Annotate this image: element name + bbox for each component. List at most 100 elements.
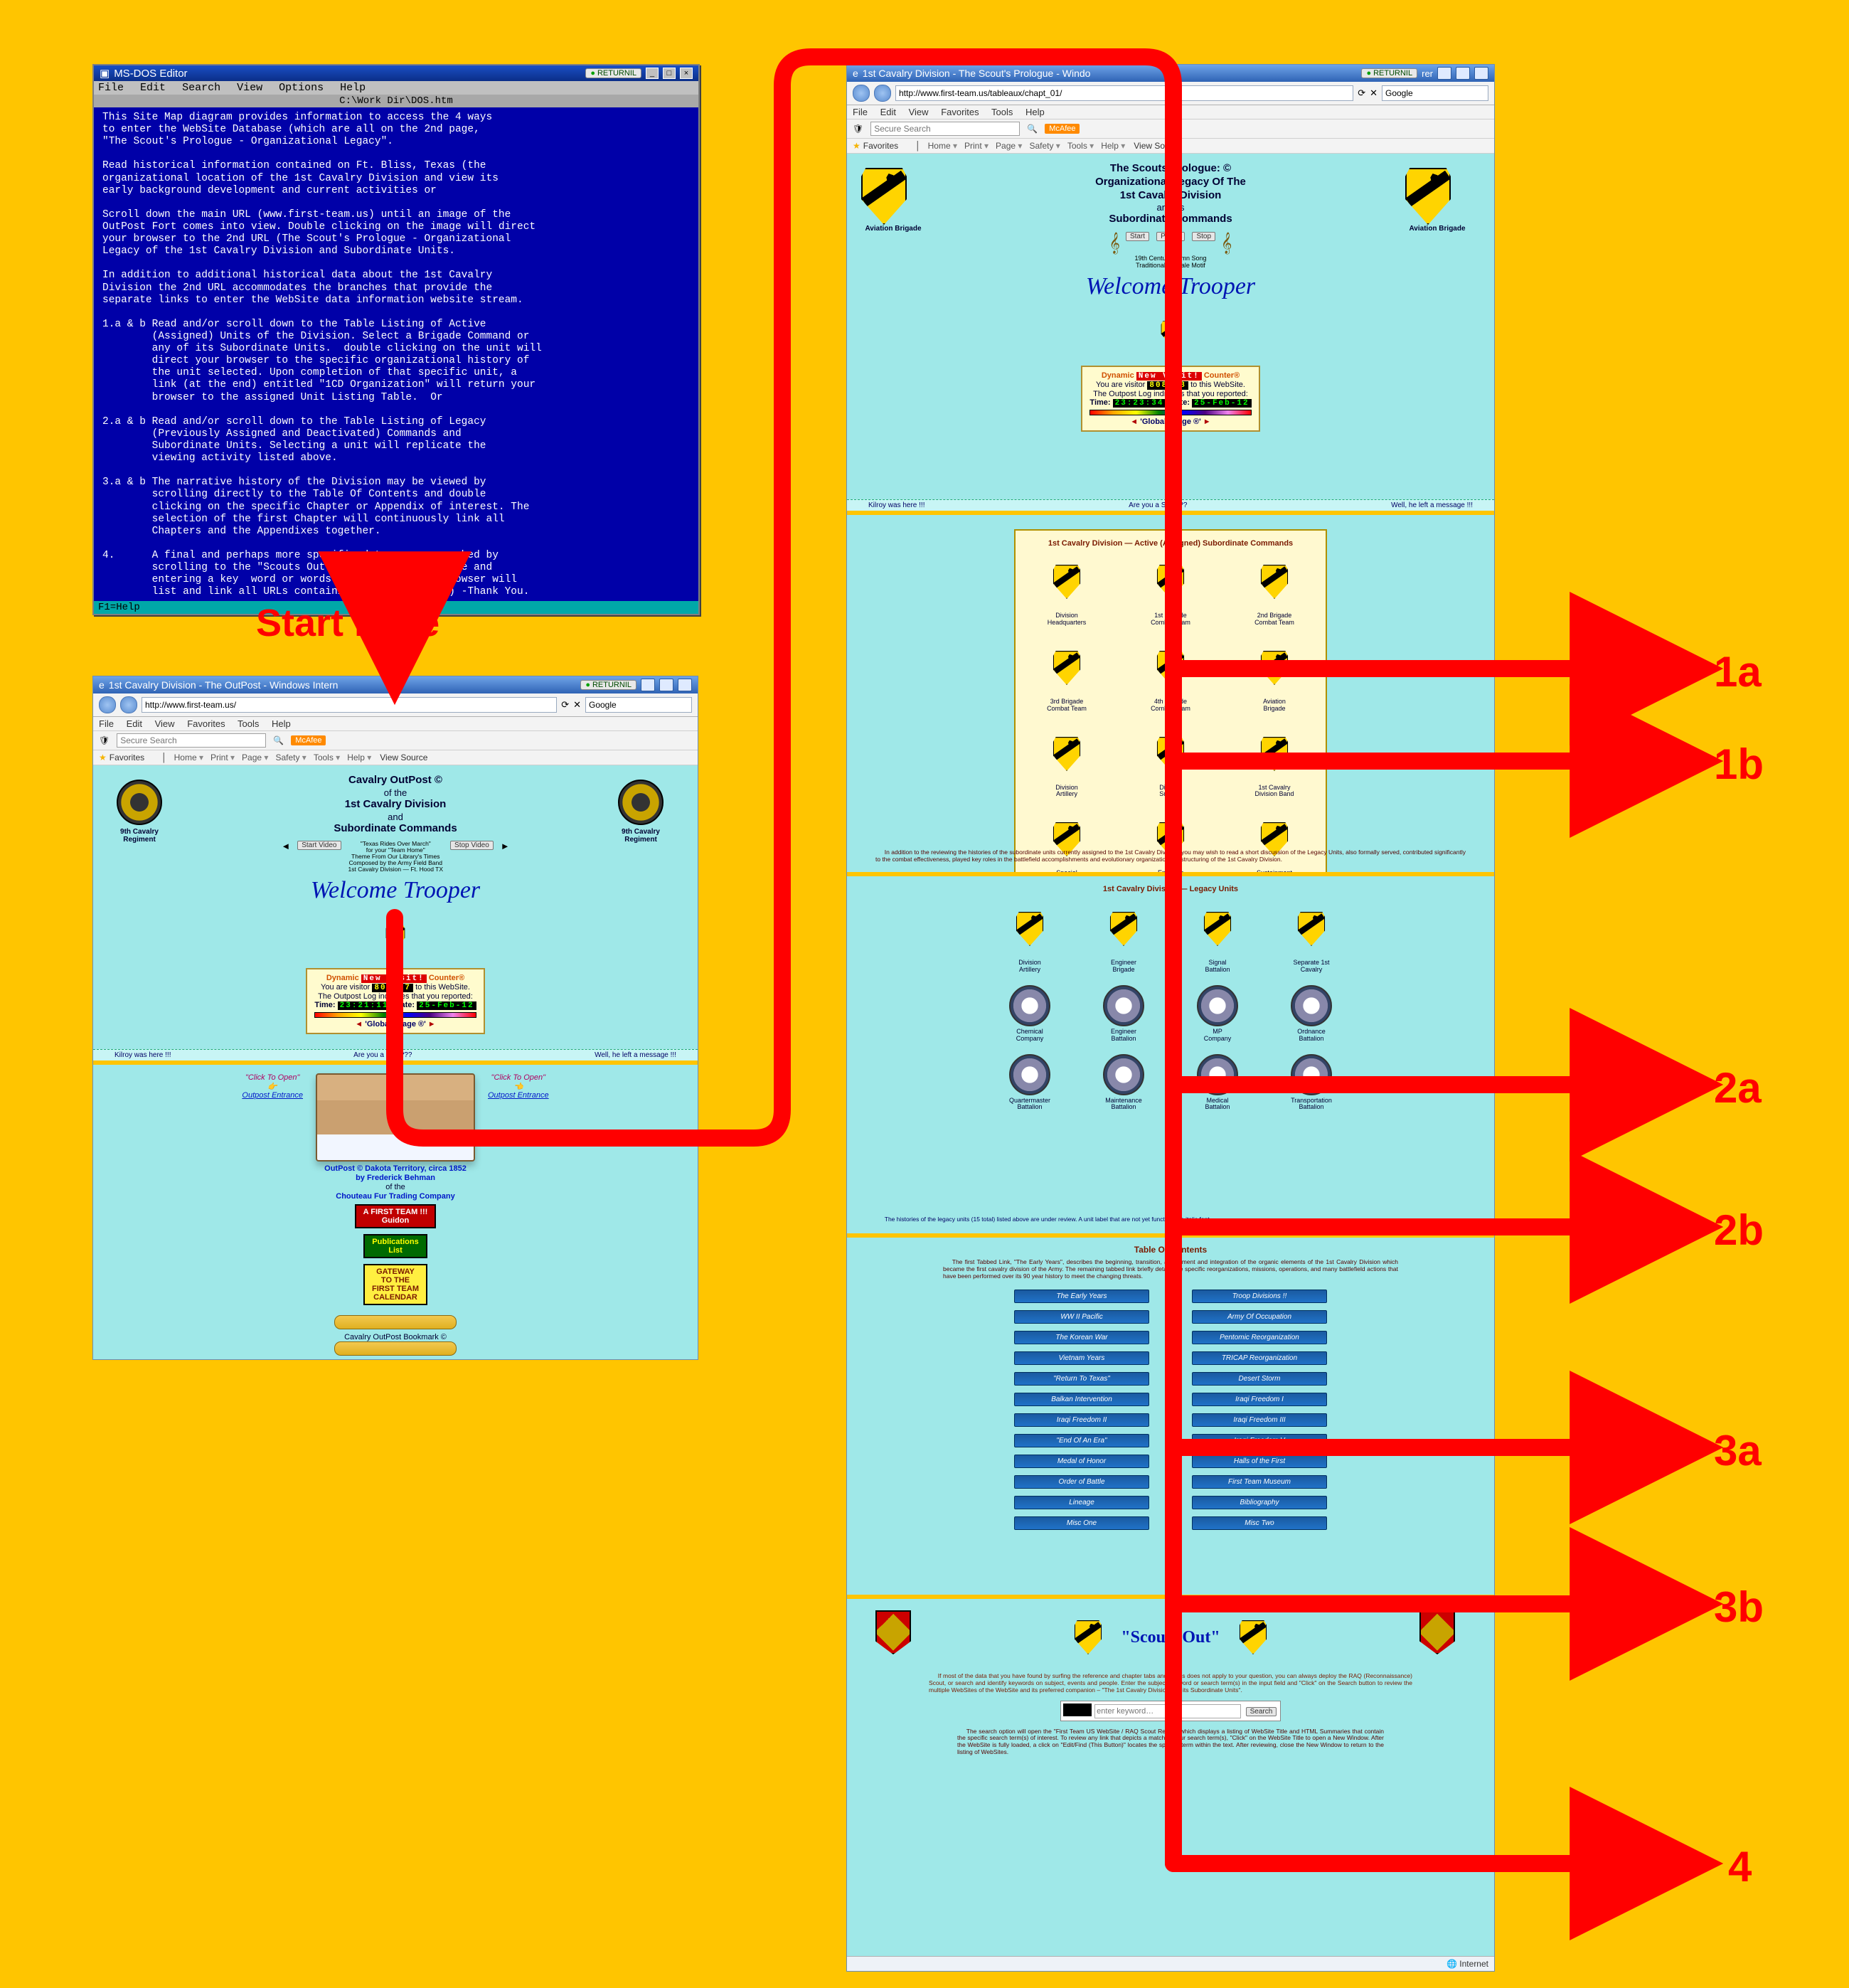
- stop-video-button[interactable]: Stop Video: [450, 841, 494, 850]
- active-unit-cell[interactable]: 4th Brigade Combat Team: [1148, 639, 1193, 713]
- toc-link[interactable]: Iraqi Freedom III: [1192, 1413, 1327, 1427]
- toc-link[interactable]: Vietnam Years: [1014, 1351, 1149, 1365]
- minimize-button[interactable]: _: [646, 68, 659, 79]
- left-regiment-crest[interactable]: 9th Cavalry Regiment: [107, 780, 171, 844]
- toc-link[interactable]: TRICAP Reorganization: [1192, 1351, 1327, 1365]
- fort-caption-4[interactable]: Chouteau Fur Trading Company: [336, 1192, 454, 1201]
- menu-help[interactable]: Help: [1025, 107, 1045, 117]
- legacy-unit-cell[interactable]: Maintenance Battalion: [1103, 1054, 1144, 1112]
- menu-edit[interactable]: Edit: [140, 82, 166, 94]
- favorites-star-icon[interactable]: ★: [99, 753, 107, 762]
- legacy-unit-cell[interactable]: Quartermaster Battalion: [1009, 1054, 1050, 1112]
- tab-print[interactable]: Print: [964, 141, 989, 151]
- legacy-unit-cell[interactable]: Medical Battalion: [1197, 1054, 1238, 1112]
- menu-edit[interactable]: Edit: [880, 107, 896, 117]
- toc-link[interactable]: The Korean War: [1014, 1331, 1149, 1344]
- address-bar[interactable]: [142, 697, 557, 713]
- search-icon[interactable]: 🔍: [273, 735, 284, 745]
- minimize-button[interactable]: [641, 679, 655, 691]
- toc-link[interactable]: Lineage: [1014, 1496, 1149, 1509]
- active-unit-cell[interactable]: Division Artillery: [1044, 725, 1089, 799]
- legacy-unit-cell[interactable]: Separate 1st Cavalry: [1289, 900, 1334, 974]
- toc-link[interactable]: Misc One: [1014, 1516, 1149, 1530]
- ie-titlebar[interactable]: e 1st Cavalry Division - The Scout's Pro…: [847, 65, 1494, 82]
- toc-link[interactable]: Desert Storm: [1192, 1372, 1327, 1386]
- plaque-publications[interactable]: Publications List: [363, 1234, 427, 1258]
- menu-view[interactable]: View: [237, 82, 262, 94]
- tab-print[interactable]: Print: [211, 753, 235, 762]
- view-source-link[interactable]: View Source: [1134, 141, 1181, 151]
- back-button[interactable]: [99, 696, 116, 713]
- toc-link[interactable]: The Early Years: [1014, 1290, 1149, 1303]
- menu-file[interactable]: File: [853, 107, 868, 117]
- active-unit-cell[interactable]: Division Headquarters: [1044, 553, 1089, 627]
- favorites-label[interactable]: Favorites: [863, 141, 898, 151]
- back-button[interactable]: [853, 85, 870, 102]
- secure-search-input[interactable]: [870, 122, 1020, 136]
- menu-favorites[interactable]: Favorites: [941, 107, 979, 117]
- tab-tools[interactable]: Tools: [314, 753, 340, 762]
- search-go-button[interactable]: Search: [1246, 1707, 1277, 1716]
- toc-link[interactable]: Halls of the First: [1192, 1455, 1327, 1468]
- secure-search-input[interactable]: [117, 733, 266, 748]
- toc-link[interactable]: Balkan Intervention: [1014, 1393, 1149, 1406]
- tab-tools[interactable]: Tools: [1067, 141, 1094, 151]
- search-icon[interactable]: 🔍: [1027, 124, 1038, 134]
- toc-link[interactable]: Iraqi Freedom II: [1014, 1413, 1149, 1427]
- menu-edit[interactable]: Edit: [127, 718, 142, 729]
- toc-link[interactable]: First Team Museum: [1192, 1475, 1327, 1489]
- close-button[interactable]: [678, 679, 692, 691]
- toc-link[interactable]: Iraqi Freedom I: [1192, 1393, 1327, 1406]
- minimize-button[interactable]: [1437, 67, 1451, 80]
- right-brigade-crest[interactable]: Aviation Brigade: [1405, 168, 1469, 233]
- active-unit-cell[interactable]: 1st Cavalry Division Band: [1252, 725, 1297, 799]
- menu-help[interactable]: Help: [340, 82, 366, 94]
- toc-link[interactable]: "End Of An Era": [1014, 1434, 1149, 1447]
- msdos-text-body[interactable]: This Site Map diagram provides informati…: [94, 107, 698, 601]
- toc-link[interactable]: WW II Pacific: [1014, 1310, 1149, 1324]
- msdos-menubar[interactable]: File Edit Search View Options Help: [94, 81, 698, 95]
- toc-link[interactable]: Medal of Honor: [1014, 1455, 1149, 1468]
- active-unit-cell[interactable]: 3rd Brigade Combat Team: [1044, 639, 1089, 713]
- fort-caption-1[interactable]: OutPost © Dakota Territory, circa 1852: [324, 1164, 467, 1173]
- plaque-guidon[interactable]: A FIRST TEAM !!! Guidon: [355, 1204, 437, 1228]
- active-unit-cell[interactable]: 1st Brigade Combat Team: [1148, 553, 1193, 627]
- legacy-unit-cell[interactable]: Division Artillery: [1007, 900, 1053, 974]
- ie-titlebar[interactable]: e 1st Cavalry Division - The OutPost - W…: [93, 676, 698, 693]
- menu-view[interactable]: View: [909, 107, 929, 117]
- menu-tools[interactable]: Tools: [238, 718, 259, 729]
- tab-page[interactable]: Page: [996, 141, 1022, 151]
- toc-link[interactable]: Bibliography: [1192, 1496, 1327, 1509]
- favorites-label[interactable]: Favorites: [110, 753, 144, 762]
- refresh-icon[interactable]: ⟳: [1358, 87, 1365, 99]
- legacy-unit-cell[interactable]: Engineer Battalion: [1103, 985, 1144, 1043]
- pause-button[interactable]: Pause: [1156, 232, 1185, 241]
- toc-link[interactable]: Troop Divisions !!: [1192, 1290, 1327, 1303]
- menu-tools[interactable]: Tools: [991, 107, 1013, 117]
- close-button[interactable]: ×: [680, 68, 693, 79]
- fort-image[interactable]: [316, 1073, 475, 1162]
- tab-safety[interactable]: Safety: [1029, 141, 1060, 151]
- menu-favorites[interactable]: Favorites: [187, 718, 225, 729]
- menu-view[interactable]: View: [155, 718, 175, 729]
- active-unit-cell[interactable]: Division Support: [1148, 725, 1193, 799]
- legacy-unit-cell[interactable]: Signal Battalion: [1195, 900, 1240, 974]
- browser-search-box[interactable]: [585, 697, 692, 713]
- maximize-button[interactable]: [659, 679, 673, 691]
- start-video-button[interactable]: Start Video: [297, 841, 341, 850]
- active-unit-cell[interactable]: Aviation Brigade: [1252, 639, 1297, 713]
- right-regiment-crest[interactable]: 9th Cavalry Regiment: [609, 780, 673, 844]
- toc-link[interactable]: Order of Battle: [1014, 1475, 1149, 1489]
- stop-button[interactable]: Stop: [1192, 232, 1215, 241]
- toc-link[interactable]: Misc Two: [1192, 1516, 1327, 1530]
- refresh-icon[interactable]: ⟳: [561, 699, 569, 711]
- legacy-unit-cell[interactable]: Chemical Company: [1009, 985, 1050, 1043]
- toc-link[interactable]: Iraqi Freedom V: [1192, 1434, 1327, 1447]
- tab-page[interactable]: Page: [242, 753, 268, 762]
- tab-home[interactable]: Home: [928, 141, 957, 151]
- maximize-button[interactable]: □: [663, 68, 676, 79]
- toc-link[interactable]: Army Of Occupation: [1192, 1310, 1327, 1324]
- close-button[interactable]: [1474, 67, 1488, 80]
- address-bar[interactable]: [895, 85, 1353, 101]
- tab-help[interactable]: Help: [347, 753, 371, 762]
